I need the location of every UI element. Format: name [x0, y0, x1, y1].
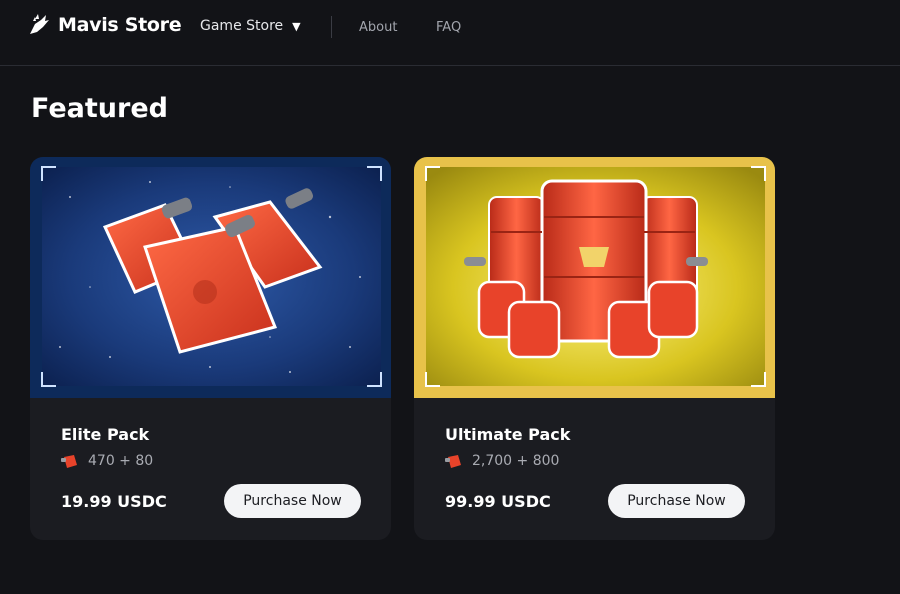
top-navbar: Mavis Store Game Store ▼ About FAQ	[0, 0, 900, 66]
product-card-ultimate[interactable]: Ultimate Pack 2,700 + 800 99.99 USDC Pur…	[414, 157, 775, 540]
purchase-now-button[interactable]: Purchase Now	[224, 484, 361, 518]
nav-faq-link[interactable]: FAQ	[436, 20, 461, 35]
nav-about-link[interactable]: About	[359, 20, 397, 35]
brand-name: Mavis Store	[58, 14, 182, 36]
caret-down-icon: ▼	[292, 19, 301, 33]
card-amount-value: 2,700 + 800	[472, 453, 560, 469]
card-amount-value: 470 + 80	[88, 453, 154, 469]
card-amount: 470 + 80	[61, 453, 153, 469]
nav-divider	[331, 16, 332, 38]
section-title: Featured	[31, 93, 168, 124]
nav-game-store-dropdown[interactable]: Game Store ▼	[200, 18, 301, 34]
brand-logo[interactable]: Mavis Store	[26, 12, 182, 38]
fuel-can-icon	[61, 454, 77, 468]
card-title: Ultimate Pack	[445, 425, 571, 444]
card-title: Elite Pack	[61, 425, 150, 444]
card-price: 19.99 USDC	[61, 492, 167, 511]
nav-game-store-label: Game Store	[200, 18, 284, 34]
elite-pack-image	[30, 157, 391, 398]
card-amount: 2,700 + 800	[445, 453, 559, 469]
ultimate-pack-image	[414, 157, 775, 398]
fuel-can-icon	[445, 454, 461, 468]
product-card-elite[interactable]: Elite Pack 470 + 80 19.99 USDC Purchase …	[30, 157, 391, 540]
bird-logo-icon	[30, 14, 49, 34]
purchase-now-button[interactable]: Purchase Now	[608, 484, 745, 518]
card-price: 99.99 USDC	[445, 492, 551, 511]
